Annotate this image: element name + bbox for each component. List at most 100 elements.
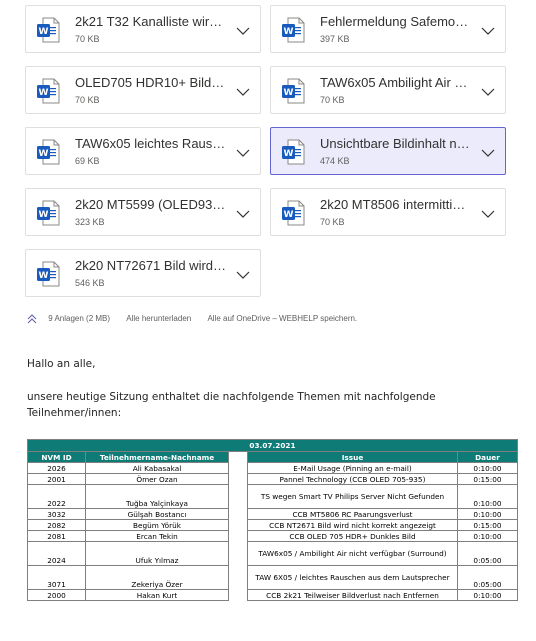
row-duration: 0:05:00 xyxy=(457,541,518,566)
col-header-name: Teilnehmername-Nachname xyxy=(85,451,229,463)
message-intro-line2: Teilnehmer/innen: xyxy=(27,407,122,419)
chevron-down-icon[interactable] xyxy=(236,267,250,279)
svg-text:W: W xyxy=(284,149,294,159)
col-header-id: NVM ID xyxy=(27,451,86,463)
row-issue: TS wegen Smart TV Philips Server Nicht G… xyxy=(247,484,458,509)
row-participant-name: Tuğba Yalçinkaya xyxy=(85,484,229,509)
table-spacer xyxy=(228,589,248,601)
schedule-table: 03.07.2021 NVM ID Teilnehmername-Nachnam… xyxy=(27,439,518,601)
attachment-name: TAW6x05 Ambilight Air n… xyxy=(320,75,472,90)
row-nvm-id: 2081 xyxy=(27,530,86,542)
chevron-down-icon[interactable] xyxy=(481,145,495,157)
word-doc-icon: W xyxy=(36,200,60,226)
attachment-size: 69 KB xyxy=(75,156,100,166)
attachment-name: 2k20 MT5599 (OLED935)… xyxy=(75,197,227,212)
row-issue: CCB MT5806 RC Paarungsverlust xyxy=(247,508,458,520)
table-row: 3071 Zekeriya Özer TAW 6X05 / leichtes Rau… xyxy=(27,565,518,590)
table-spacer xyxy=(228,565,248,590)
chevron-down-icon[interactable] xyxy=(236,84,250,96)
attachment-size: 474 KB xyxy=(320,156,350,166)
message-greeting: Hallo an alle, xyxy=(27,358,96,370)
download-all-link[interactable]: Alle herunterladen xyxy=(126,312,191,326)
row-issue: CCB 2k21 Teilweiser Bildverlust nach Ent… xyxy=(247,589,458,601)
chevron-down-icon[interactable] xyxy=(481,206,495,218)
col-header-issue: Issue xyxy=(247,451,458,463)
attachment-bar: 9 Anlagen (2 MB) Alle herunterladen Alle… xyxy=(26,312,357,326)
row-participant-name: Zekeriya Özer xyxy=(85,565,229,590)
svg-text:W: W xyxy=(39,149,49,159)
word-doc-icon: W xyxy=(281,200,305,226)
row-participant-name: Begüm Yörük xyxy=(85,519,229,531)
attachment-size: 323 KB xyxy=(75,217,105,227)
row-nvm-id: 2082 xyxy=(27,519,86,531)
attachment-name: Unsichtbare Bildinhalt na… xyxy=(320,136,472,151)
attachment-card[interactable]: W 2k20 MT8506 intermittie… 70 KB xyxy=(270,188,506,236)
double-chevron-up-icon[interactable] xyxy=(26,313,38,325)
attachment-card[interactable]: W 2k21 T32 Kanalliste wird … 70 KB xyxy=(25,5,261,53)
chevron-down-icon[interactable] xyxy=(236,23,250,35)
table-spacer xyxy=(228,473,248,485)
table-spacer xyxy=(228,508,248,520)
attachment-name: 2k20 NT72671 Bild wird … xyxy=(75,258,227,273)
table-spacer xyxy=(228,519,248,531)
word-doc-icon: W xyxy=(281,17,305,43)
row-nvm-id: 2000 xyxy=(27,589,86,601)
svg-text:W: W xyxy=(284,27,294,37)
table-spacer xyxy=(228,484,248,509)
table-row: 2024 Ufuk Yılmaz TAW6x05 / Ambilight Air n… xyxy=(27,541,518,566)
row-duration: 0:15:00 xyxy=(457,473,518,485)
attachment-size: 70 KB xyxy=(75,95,100,105)
row-issue: TAW6x05 / Ambilight Air nicht verfügbar … xyxy=(247,541,458,566)
row-participant-name: Hakan Kurt xyxy=(85,589,229,601)
row-participant-name: Ufuk Yılmaz xyxy=(85,541,229,566)
row-nvm-id: 2024 xyxy=(27,541,86,566)
table-spacer xyxy=(228,451,248,463)
attachment-size: 546 KB xyxy=(75,278,105,288)
attachment-name: OLED705 HDR10+ Bildin… xyxy=(75,75,227,90)
attachment-card[interactable]: W TAW6x05 Ambilight Air n… 70 KB xyxy=(270,66,506,114)
chevron-down-icon[interactable] xyxy=(481,84,495,96)
table-row: 3032 Gülşah Bostancı CCB MT5806 RC Paarung… xyxy=(27,508,518,520)
row-duration: 0:15:00 xyxy=(457,519,518,531)
row-participant-name: Ali Kabasakal xyxy=(85,462,229,474)
row-duration: 0:10:00 xyxy=(457,589,518,601)
attachment-card[interactable]: W TAW6x05 leichtes Rausc… 69 KB xyxy=(25,127,261,175)
table-row: 2001 Ömer Ozan Pannel Technology (CCB OLED… xyxy=(27,473,518,485)
word-doc-icon: W xyxy=(36,139,60,165)
row-duration: 0:10:00 xyxy=(457,530,518,542)
attachment-name: 2k20 MT8506 intermittie… xyxy=(320,197,472,212)
attachment-card[interactable]: W OLED705 HDR10+ Bildin… 70 KB xyxy=(25,66,261,114)
row-issue: CCB OLED 705 HDR+ Dunkles Bild xyxy=(247,530,458,542)
attachment-name: TAW6x05 leichtes Rausc… xyxy=(75,136,227,151)
row-duration: 0:05:00 xyxy=(457,565,518,590)
svg-text:W: W xyxy=(39,271,49,281)
attachment-card[interactable]: W 2k20 MT5599 (OLED935)… 323 KB xyxy=(25,188,261,236)
svg-text:W: W xyxy=(284,210,294,220)
attachment-card[interactable]: W 2k20 NT72671 Bild wird … 546 KB xyxy=(25,249,261,297)
chevron-down-icon[interactable] xyxy=(481,23,495,35)
row-nvm-id: 2026 xyxy=(27,462,86,474)
col-header-duration: Dauer xyxy=(457,451,518,463)
row-issue: E-Mail Usage (Pinning an e-mail) xyxy=(247,462,458,474)
chevron-down-icon[interactable] xyxy=(236,145,250,157)
attachment-card[interactable]: W Unsichtbare Bildinhalt na… 474 KB xyxy=(270,127,506,175)
attachment-name: 2k21 T32 Kanalliste wird … xyxy=(75,14,227,29)
word-doc-icon: W xyxy=(281,139,305,165)
row-nvm-id: 2001 xyxy=(27,473,86,485)
attachment-size: 397 KB xyxy=(320,34,350,44)
attachment-card[interactable]: W Fehlermeldung Safemod… 397 KB xyxy=(270,5,506,53)
svg-text:W: W xyxy=(39,210,49,220)
word-doc-icon: W xyxy=(36,261,60,287)
table-row: 2000 Hakan Kurt CCB 2k21 Teilweiser Bildve… xyxy=(27,589,518,601)
row-participant-name: Ömer Ozan xyxy=(85,473,229,485)
row-duration: 0:10:00 xyxy=(457,508,518,520)
attachment-size: 70 KB xyxy=(320,217,345,227)
row-issue: CCB NT2671 Bild wird nicht korrekt angez… xyxy=(247,519,458,531)
svg-text:W: W xyxy=(284,88,294,98)
save-to-onedrive-link[interactable]: Alle auf OneDrive – WEBHELP speichern. xyxy=(207,312,357,326)
row-nvm-id: 3071 xyxy=(27,565,86,590)
attachment-size: 70 KB xyxy=(75,34,100,44)
row-duration: 0:10:00 xyxy=(457,484,518,509)
table-row: 2026 Ali Kabasakal E-Mail Usage (Pinning a… xyxy=(27,462,518,474)
chevron-down-icon[interactable] xyxy=(236,206,250,218)
